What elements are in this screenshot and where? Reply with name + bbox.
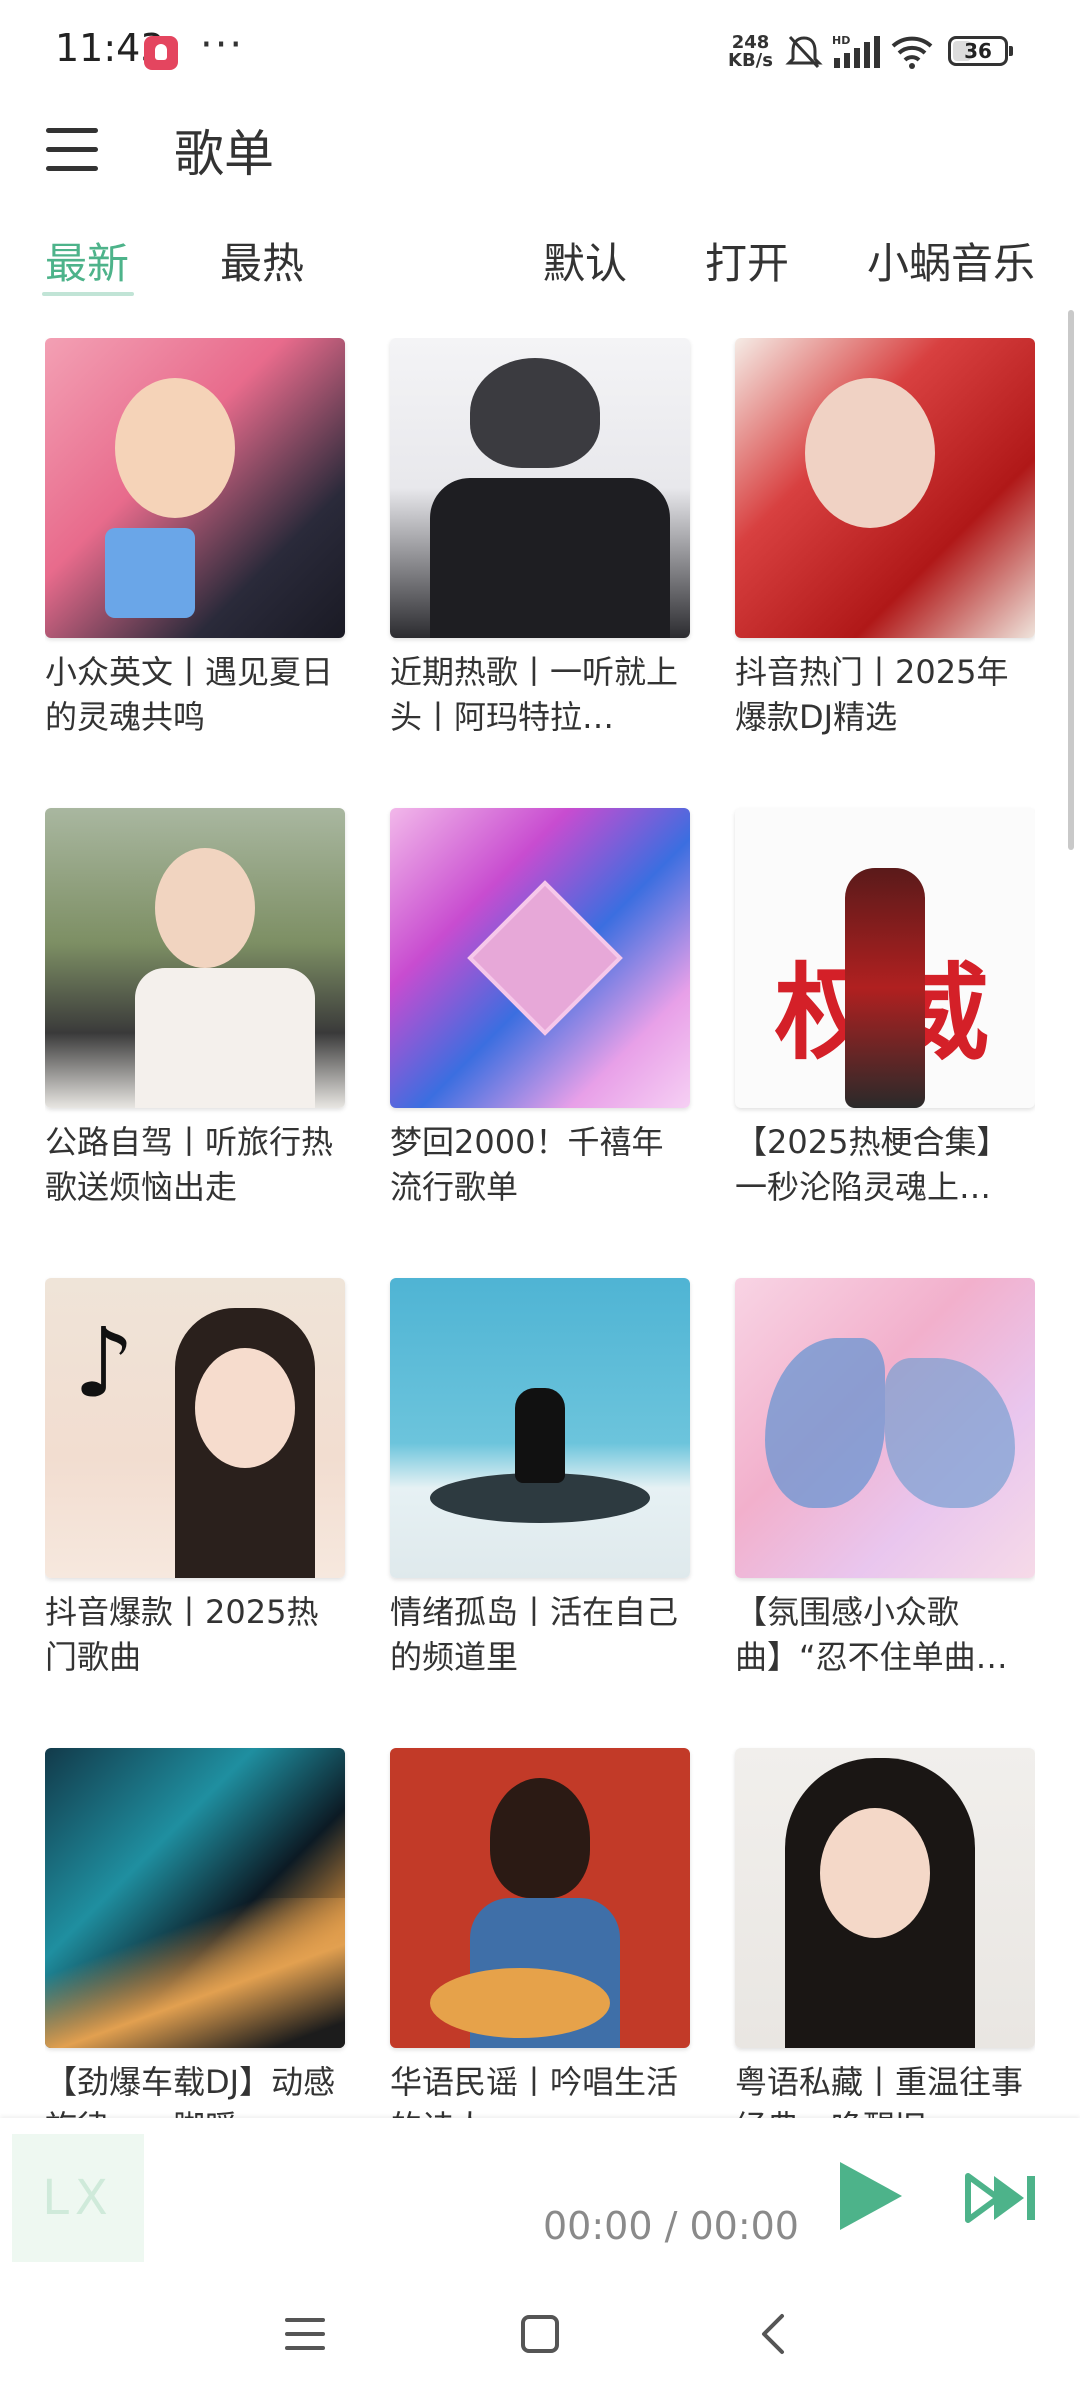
playlist-title: 公路自驾丨听旅行热歌送烦恼出走 (45, 1123, 334, 1206)
recent-apps-icon[interactable] (281, 2310, 329, 2358)
cover-face-shape (805, 378, 935, 528)
tab-default[interactable]: 默认 (543, 230, 627, 291)
playlist-cover (735, 338, 1035, 638)
playlist-grid: 小众英文丨遇见夏日的灵魂共鸣 近期热歌丨一听就上头丨阿玛特拉… 抖音热门丨202… (45, 338, 1035, 2118)
playlist-card[interactable]: 梦回2000！千禧年流行歌单 (390, 808, 690, 1210)
cover-wing-shape (885, 1358, 1015, 1508)
playlist-cover (390, 1278, 690, 1578)
cover-cat-shape (515, 1388, 565, 1483)
cover-hair-shape (470, 358, 600, 468)
cover-body-shape (430, 478, 670, 638)
cover-face-shape (155, 848, 255, 968)
system-nav-bar (0, 2268, 1080, 2400)
playlist-cover (390, 808, 690, 1108)
playlist-title: 【劲爆车载DJ】动感旋律一…脚暖… (45, 2063, 336, 2118)
tab-latest[interactable]: 最新 (45, 230, 129, 291)
playlist-cover (45, 808, 345, 1108)
active-tab-indicator (42, 292, 134, 296)
playlist-card[interactable]: 【劲爆车载DJ】动感旋律一…脚暖… (45, 1748, 345, 2118)
playlist-card[interactable]: 粤语私藏丨重温往事经典…唤醒旧… (735, 1748, 1035, 2118)
back-icon[interactable] (750, 2310, 798, 2358)
playlist-title: 梦回2000！千禧年流行歌单 (390, 1123, 664, 1206)
playlist-title: 华语民谣丨吟唱生活的诗人 (390, 2063, 679, 2118)
cover-guitar-shape (430, 1968, 610, 2038)
cover-car-shape (45, 1898, 345, 2048)
player-time: 00:00 / 00:00 (543, 2204, 799, 2248)
app-notification-icon (144, 36, 178, 70)
sort-tabs: 最新 最热 默认 打开 小蜗音乐 (0, 220, 1080, 310)
playlist-title: 粤语私藏丨重温往事经典…唤醒旧… (735, 2063, 1024, 2118)
home-icon[interactable] (516, 2310, 564, 2358)
playlist-title: 【2025热梗合集】一秒沦陷灵魂上… (735, 1123, 1009, 1206)
cover-face-shape (115, 378, 235, 518)
playlist-title: 小众英文丨遇见夏日的灵魂共鸣 (45, 653, 334, 736)
list-scrollbar[interactable] (1068, 310, 1074, 850)
battery-icon: 36 (948, 36, 1013, 66)
cover-body-shape (135, 968, 315, 1108)
network-type-label: HD (832, 34, 850, 47)
player-cover-logo[interactable]: LX (12, 2134, 144, 2262)
playlist-cover (735, 1748, 1035, 2048)
playlist-cover: ♪ (45, 1278, 345, 1578)
tiktok-note-icon: ♪ (73, 1307, 135, 1419)
battery-level: 36 (964, 39, 992, 63)
playlist-cover (45, 338, 345, 638)
network-speed-unit: KB/s (728, 50, 773, 71)
network-speed: 248 KB/s (728, 34, 773, 70)
playlist-card[interactable]: 公路自驾丨听旅行热歌送烦恼出走 (45, 808, 345, 1210)
wifi-icon (891, 36, 933, 69)
next-track-button[interactable] (964, 2172, 1040, 2224)
playlist-title: 抖音爆款丨2025热门歌曲 (45, 1593, 319, 1676)
playlist-cover (390, 1748, 690, 2048)
status-bar: 11:43 ··· 248 KB/s HD 36 (0, 0, 1080, 100)
playlist-card[interactable]: 权威 【2025热梗合集】一秒沦陷灵魂上… (735, 808, 1035, 1210)
page-title: 歌单 (174, 125, 274, 183)
playlist-card[interactable]: 近期热歌丨一听就上头丨阿玛特拉… (390, 338, 690, 740)
playlist-card[interactable]: 情绪孤岛丨活在自己的频道里 (390, 1278, 690, 1680)
play-button[interactable] (834, 2160, 906, 2232)
cover-diamond-shape (467, 880, 623, 1036)
cover-hero-shape (845, 868, 925, 1108)
cover-hair-shape (490, 1778, 590, 1898)
playlist-cover (45, 1748, 345, 2048)
play-icon (840, 2162, 902, 2230)
app-header: 歌单 (0, 100, 1080, 230)
tab-source-xiaowo[interactable]: 小蜗音乐 (867, 230, 1035, 291)
menu-button[interactable] (44, 122, 100, 178)
playlist-title: 情绪孤岛丨活在自己的频道里 (390, 1593, 679, 1676)
playlist-cover: 权威 (735, 808, 1035, 1108)
menu-icon-line (46, 128, 98, 133)
cellular-signal-icon: HD (832, 34, 880, 68)
cover-cup-shape (105, 528, 195, 618)
menu-icon-line (46, 147, 98, 152)
playlist-cover (390, 338, 690, 638)
mini-player: LX 00:00 / 00:00 (0, 2118, 1080, 2268)
more-notifications-icon: ··· (200, 22, 245, 68)
playlist-title: 近期热歌丨一听就上头丨阿玛特拉… (390, 653, 679, 736)
tab-open[interactable]: 打开 (705, 230, 789, 291)
cover-face-shape (820, 1808, 930, 1938)
playlist-title: 【氛围感小众歌曲】“忍不住单曲… (735, 1593, 1008, 1676)
tab-hottest[interactable]: 最热 (220, 230, 304, 291)
playlist-card[interactable]: 抖音热门丨2025年爆款DJ精选 (735, 338, 1035, 740)
playlist-cover (735, 1278, 1035, 1578)
playlist-card[interactable]: ♪ 抖音爆款丨2025热门歌曲 (45, 1278, 345, 1680)
playlist-title: 抖音热门丨2025年爆款DJ精选 (735, 653, 1009, 736)
cover-wing-shape (765, 1338, 885, 1508)
mute-bell-icon (785, 35, 823, 69)
playlist-card[interactable]: 华语民谣丨吟唱生活的诗人 (390, 1748, 690, 2118)
playlist-card[interactable]: 小众英文丨遇见夏日的灵魂共鸣 (45, 338, 345, 740)
menu-icon-line (46, 166, 98, 171)
skip-next-icon (965, 2173, 1035, 2223)
playlist-card[interactable]: 【氛围感小众歌曲】“忍不住单曲… (735, 1278, 1035, 1680)
cover-face-shape (195, 1348, 295, 1468)
